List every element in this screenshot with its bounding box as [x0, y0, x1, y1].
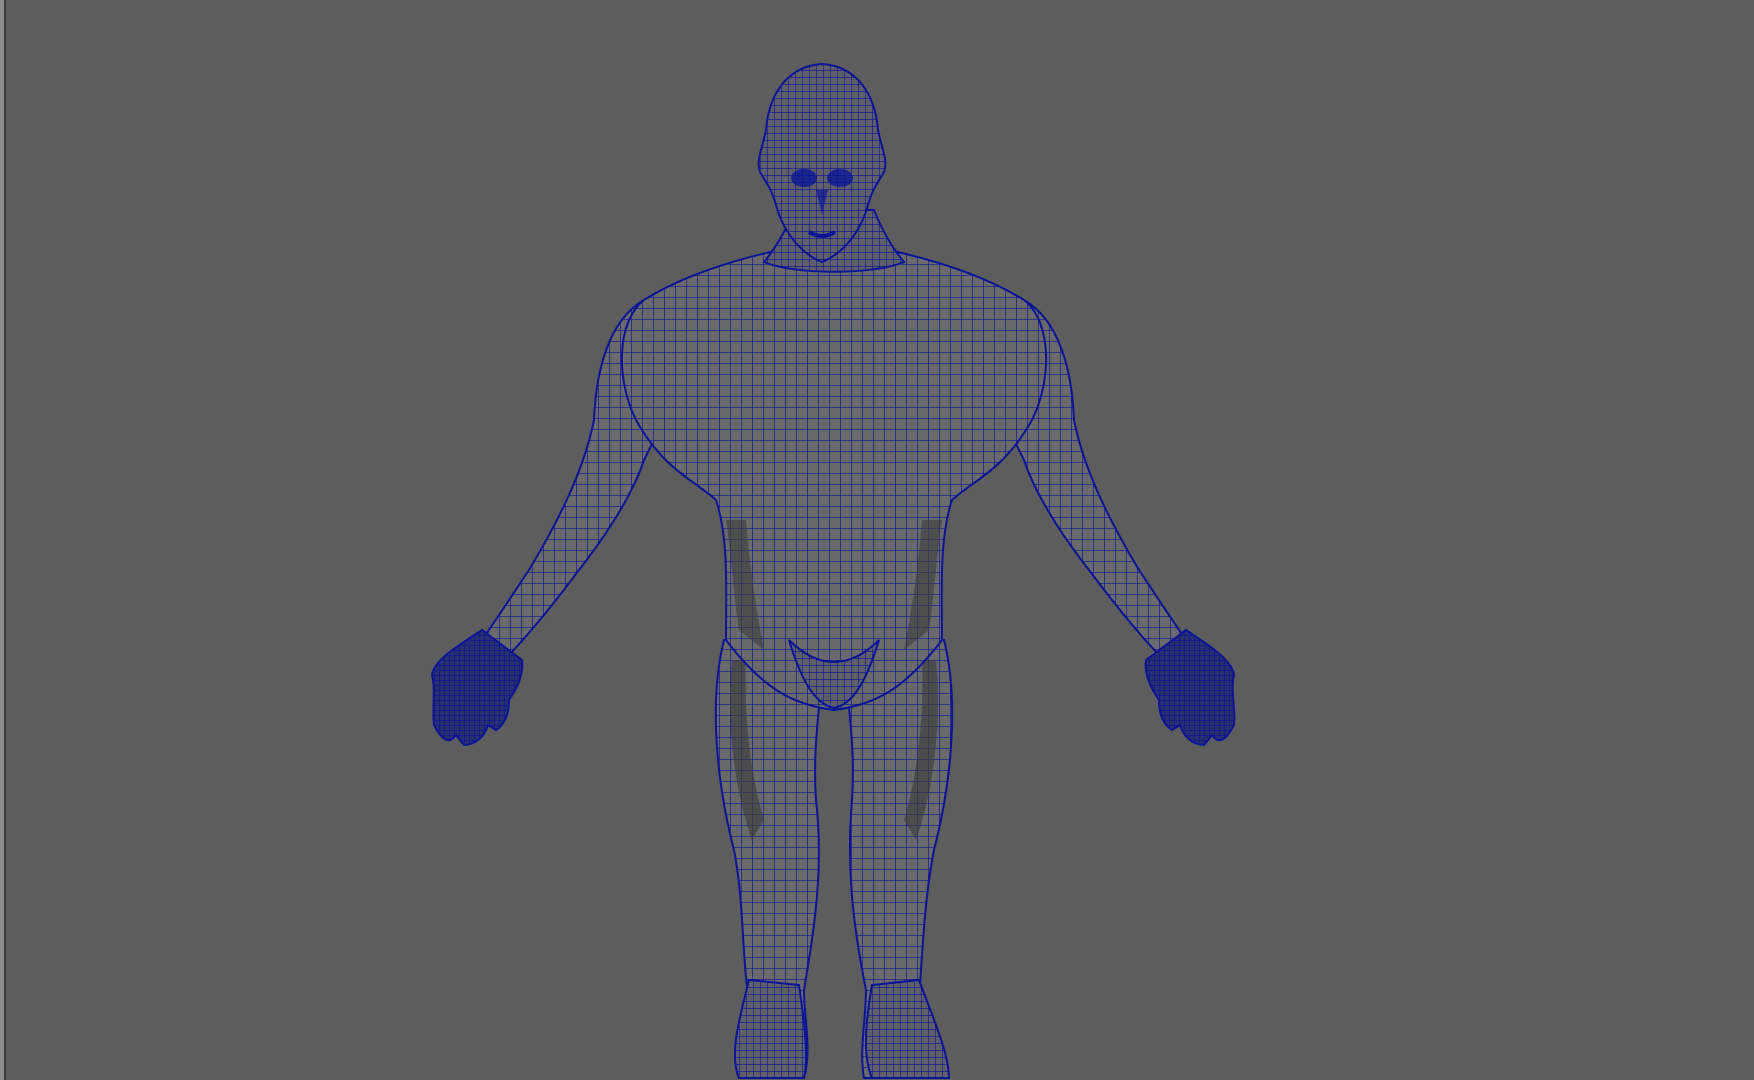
viewport-scene[interactable] — [4, 0, 1754, 1080]
character-mesh[interactable] — [430, 62, 1236, 1079]
left-eye-socket — [791, 169, 817, 187]
left-foot-mesh[interactable] — [733, 978, 808, 1079]
torso-mesh[interactable] — [620, 249, 1048, 712]
right-foot-mesh[interactable] — [864, 978, 951, 1079]
3d-viewport-panel[interactable] — [0, 0, 1754, 1080]
right-eye-socket — [827, 169, 853, 187]
